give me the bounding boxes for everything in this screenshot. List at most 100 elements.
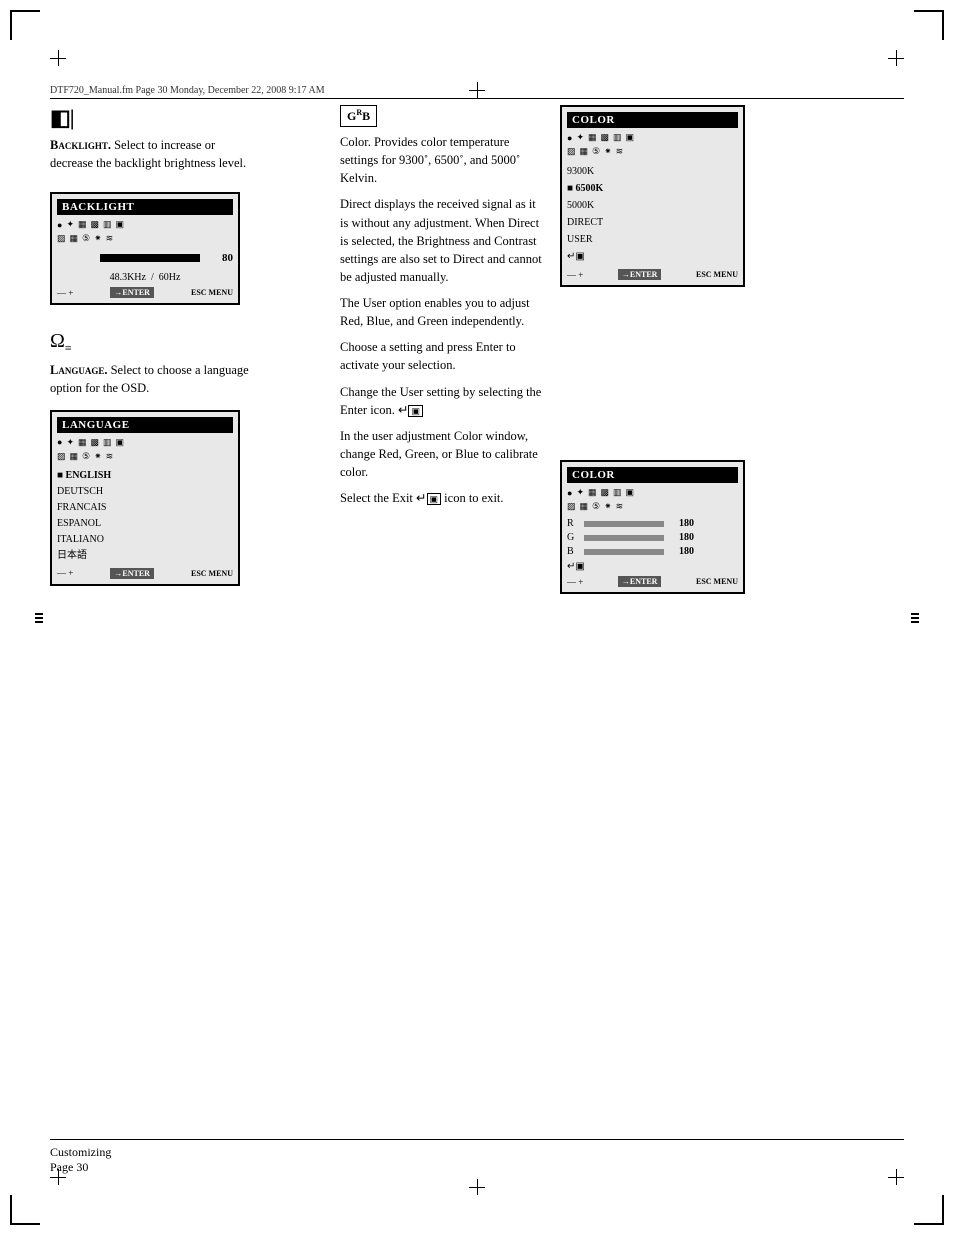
osd-icon-grid1: ▦ xyxy=(78,219,87,230)
brightness-label: Brightness xyxy=(416,234,469,248)
language-osd-bottom: — + →ENTER ESC MENU xyxy=(57,568,233,579)
nav-arrows-color: — + xyxy=(567,270,583,280)
corner-decoration-tr xyxy=(914,10,944,40)
footer: Customizing Page 30 xyxy=(50,1139,904,1175)
backlight-icon: ◧| xyxy=(50,105,250,131)
col-icon-grid3: ▥ xyxy=(613,132,622,143)
user-esc-btn[interactable]: ESC MENU xyxy=(696,577,738,586)
lang-icon-settings: ⑤ xyxy=(82,451,90,462)
backlight-osd: BACKLIGHT ● ✦ ▦ ▩ ▥ ▣ ▨ ▦ ⑤ ⁕ ≋ xyxy=(50,192,240,305)
language-text-col: Ω≡ Language. Select to choose a language… xyxy=(50,330,250,397)
language-osd-title: LANGUAGE xyxy=(57,417,233,433)
b-label: B xyxy=(567,546,579,557)
lang-item-francais: FRANCAIS xyxy=(57,500,233,516)
r-label: R xyxy=(567,518,579,529)
user-icon-adj: ⁕ xyxy=(604,501,612,512)
user-icon-img: ▨ xyxy=(567,501,576,512)
color-user-osd-bottom: — + →ENTER ESC MENU xyxy=(567,576,738,587)
color-main-osd: COLOR ● ✦ ▦ ▩ ▥ ▣ ▨ ▦ ⑤ xyxy=(560,105,745,287)
color-esc-btn[interactable]: ESC MENU xyxy=(696,270,738,279)
lang-item-japanese: 日本語 xyxy=(57,548,233,564)
col-icon-power: ● xyxy=(567,133,572,143)
language-section: Ω≡ Language. Select to choose a language… xyxy=(50,330,320,397)
side-mark-left xyxy=(35,611,43,625)
col-icon-sun: ✦ xyxy=(576,132,584,143)
r-value: 180 xyxy=(669,518,694,529)
backlight-value: 80 xyxy=(208,252,233,264)
right-column: GRB Color. Provides color temperature se… xyxy=(340,105,904,602)
direct-label-3: Direct xyxy=(453,252,484,266)
header-line: DTF720_Manual.fm Page 30 Monday, Decembe… xyxy=(50,85,904,99)
language-description: Language. Select to choose a language op… xyxy=(50,361,250,397)
lang-icon-grid4: ▦ xyxy=(70,451,79,462)
color-desc-change: Change the User setting by selecting the… xyxy=(340,383,545,419)
color-user-osd-title: COLOR xyxy=(567,467,738,483)
backlight-text-col: ◧| Backlight. Select to increase or decr… xyxy=(50,105,250,172)
osd-icon-power: ● xyxy=(57,220,62,230)
rgb-r-row: R 180 xyxy=(567,518,738,529)
lang-icon-sun: ✦ xyxy=(66,437,74,448)
backlight-enter-btn[interactable]: →ENTER xyxy=(110,287,154,298)
crosshair-tr xyxy=(888,50,904,66)
backlight-esc-btn[interactable]: ESC MENU xyxy=(191,288,233,297)
col-icon-img: ▨ xyxy=(567,146,576,157)
color-user-osd-icons-row2: ▨ ▦ ⑤ ⁕ ≋ xyxy=(567,501,738,512)
backlight-slider-row: 80 xyxy=(57,252,233,264)
rgb-g-row: G 180 xyxy=(567,532,738,543)
r-slider xyxy=(584,521,664,527)
color-desc-exit: Select the Exit ↵▣ icon to exit. xyxy=(340,489,545,507)
exit-label: Exit xyxy=(392,491,413,505)
color-label: Color. xyxy=(340,135,371,149)
backlight-section: ◧| Backlight. Select to increase or decr… xyxy=(50,105,320,172)
color-user-osd: COLOR ● ✦ ▦ ▩ ▥ ▣ ▨ ▦ ⑤ xyxy=(560,460,745,594)
enter-label-inline: Enter xyxy=(476,340,503,354)
backlight-slider xyxy=(100,254,200,262)
osd-icon-mon: ▣ xyxy=(116,219,125,230)
user-enter-btn[interactable]: →ENTER xyxy=(618,576,662,587)
lang-icon-img: ▨ xyxy=(57,451,66,462)
nav-arrows-user: — + xyxy=(567,577,583,587)
col-icon-wave: ≋ xyxy=(616,146,624,157)
color-user-osd-icons-row1: ● ✦ ▦ ▩ ▥ ▣ xyxy=(567,487,738,498)
osd-icon-settings: ⑤ xyxy=(82,233,90,244)
language-osd-icons-row2: ▨ ▦ ⑤ ⁕ ≋ xyxy=(57,451,233,462)
b-slider xyxy=(584,549,664,555)
lang-icon-grid1: ▦ xyxy=(78,437,87,448)
color-main-osd-title: COLOR xyxy=(567,112,738,128)
osd-icon-grid3: ▥ xyxy=(103,219,112,230)
osd-icon-grid2: ▩ xyxy=(91,219,100,230)
backlight-osd-title: BACKLIGHT xyxy=(57,199,233,215)
g-label: G xyxy=(567,532,579,543)
color-item-9300: 9300K xyxy=(567,163,738,180)
g-value: 180 xyxy=(669,532,694,543)
color-desc-direct: Direct displays the received signal as i… xyxy=(340,195,545,286)
language-icon: Ω≡ xyxy=(50,330,250,356)
osd-icon-adj: ⁕ xyxy=(94,233,102,244)
language-esc-btn[interactable]: ESC MENU xyxy=(191,569,233,578)
lang-icon-adj: ⁕ xyxy=(94,451,102,462)
user-icon-settings: ⑤ xyxy=(592,501,600,512)
backlight-description: Backlight. Select to increase or decreas… xyxy=(50,136,250,172)
direct-label-2: Direct xyxy=(508,216,539,230)
language-enter-btn[interactable]: →ENTER xyxy=(110,568,154,579)
color-icon: GRB xyxy=(340,105,377,127)
corner-decoration-tl xyxy=(10,10,40,40)
color-enter-btn[interactable]: →ENTER xyxy=(618,269,662,280)
color-desc-1: Color. Provides color temperature settin… xyxy=(340,133,545,187)
osd-icon-wave: ≋ xyxy=(106,233,114,244)
color-item-6500: ■ 6500K xyxy=(567,180,738,197)
rgb-b-row: B 180 xyxy=(567,546,738,557)
osd-icon-img: ▨ xyxy=(57,233,66,244)
language-label: Language. xyxy=(50,363,107,377)
color-osd-col: COLOR ● ✦ ▦ ▩ ▥ ▣ ▨ ▦ ⑤ xyxy=(560,105,904,602)
lang-icon-mon: ▣ xyxy=(116,437,125,448)
corner-decoration-br xyxy=(914,1195,944,1225)
crosshair-tl xyxy=(50,50,66,66)
backlight-label: Backlight. xyxy=(50,138,111,152)
color-item-user: USER xyxy=(567,231,738,248)
color-osd-icons-row1: ● ✦ ▦ ▩ ▥ ▣ xyxy=(567,132,738,143)
user-icon-grid4: ▦ xyxy=(580,501,589,512)
lang-icon-grid2: ▩ xyxy=(91,437,100,448)
color-desc-user: The User option enables you to adjust Re… xyxy=(340,294,545,330)
user-label-2: User xyxy=(400,385,424,399)
